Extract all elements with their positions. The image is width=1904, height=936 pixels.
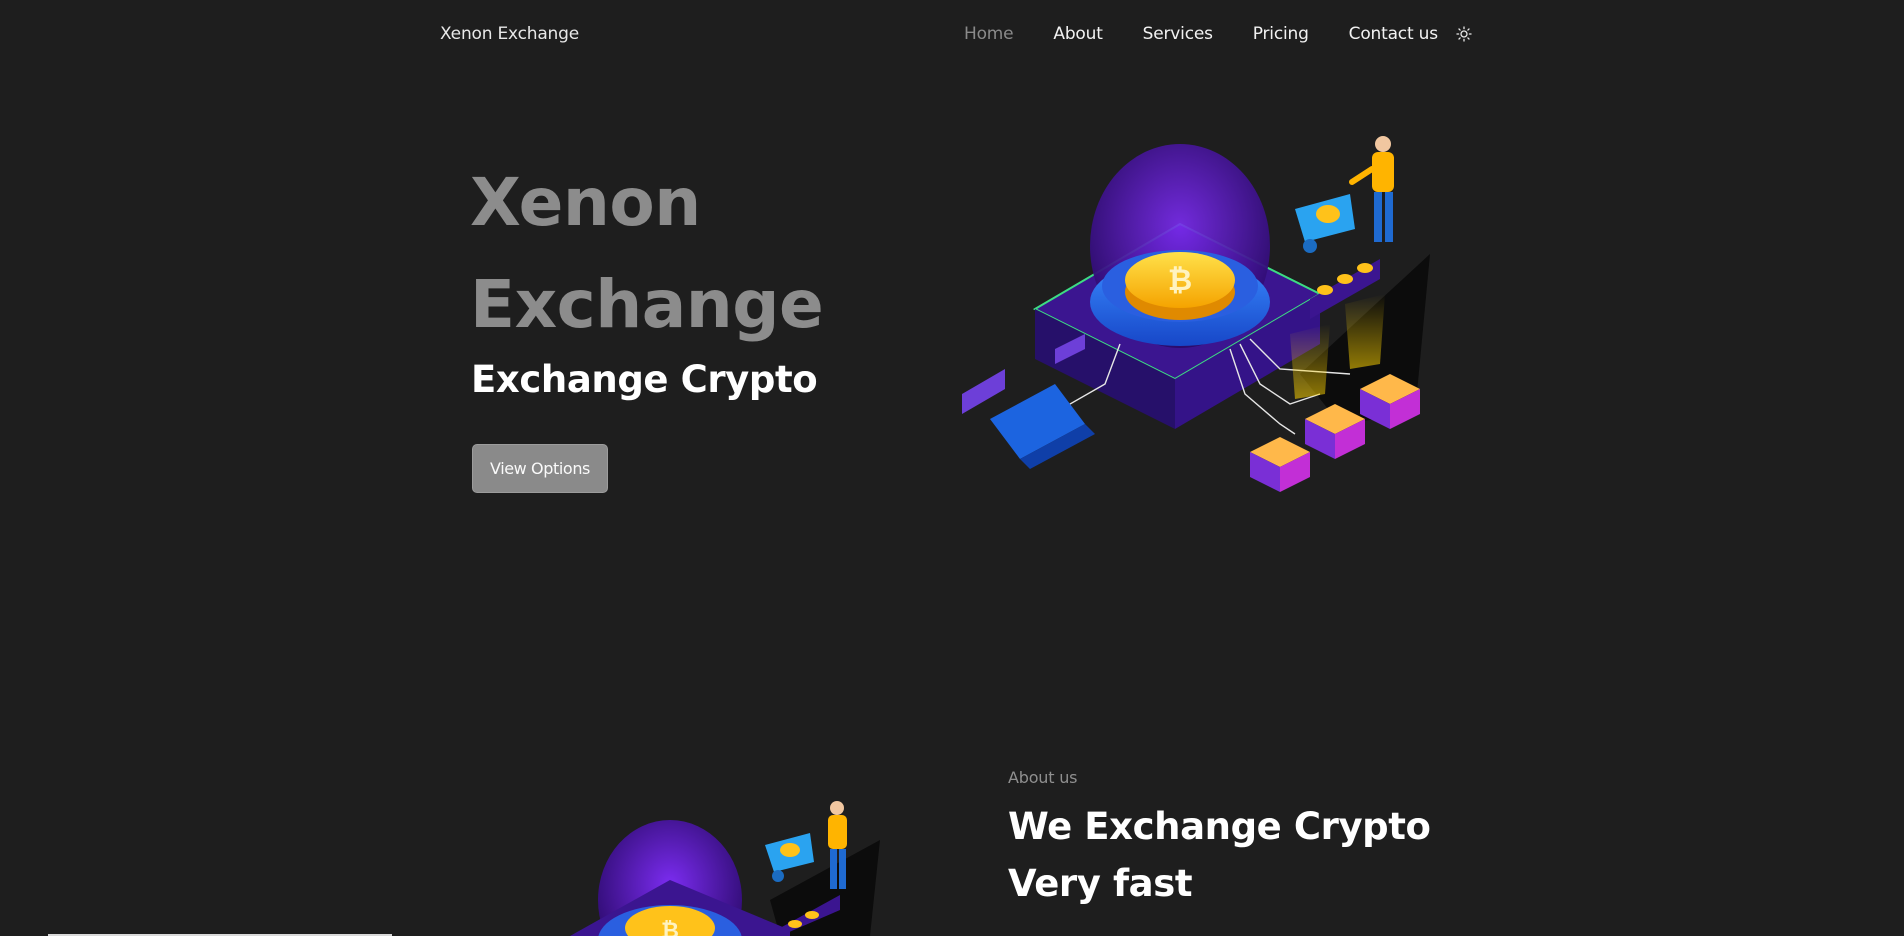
nav-item-pricing[interactable]: Pricing	[1253, 24, 1309, 44]
about-label: About us	[1008, 768, 1078, 787]
about-crypto-illustration: ₿	[540, 800, 880, 936]
about-title: We Exchange Crypto Very fast	[1008, 798, 1448, 912]
crypto-mining-illustration: ₿	[960, 134, 1430, 504]
svg-text:₿: ₿	[1168, 263, 1192, 298]
view-options-button[interactable]: View Options	[472, 444, 608, 493]
hero-subtitle: Exchange Crypto	[471, 358, 818, 401]
nav-item-services[interactable]: Services	[1143, 24, 1213, 44]
nav-item-home[interactable]: Home	[964, 24, 1014, 44]
nav-menu: Home About Services Pricing Contact us	[964, 24, 1472, 44]
about-title-line2: Very fast	[1008, 862, 1193, 905]
hero-title-line2: Exchange	[470, 266, 824, 343]
hero-title: Xenon Exchange	[470, 152, 890, 356]
svg-text:₿: ₿	[661, 919, 679, 936]
navbar: Xenon Exchange Home About Services Prici…	[0, 0, 1904, 68]
sun-icon[interactable]	[1456, 26, 1472, 42]
nav-item-about[interactable]: About	[1053, 24, 1102, 44]
brand-logo[interactable]: Xenon Exchange	[440, 24, 579, 44]
nav-item-contact[interactable]: Contact us	[1349, 24, 1438, 44]
about-title-line1: We Exchange Crypto	[1008, 805, 1431, 848]
hero-title-line1: Xenon	[470, 164, 701, 241]
